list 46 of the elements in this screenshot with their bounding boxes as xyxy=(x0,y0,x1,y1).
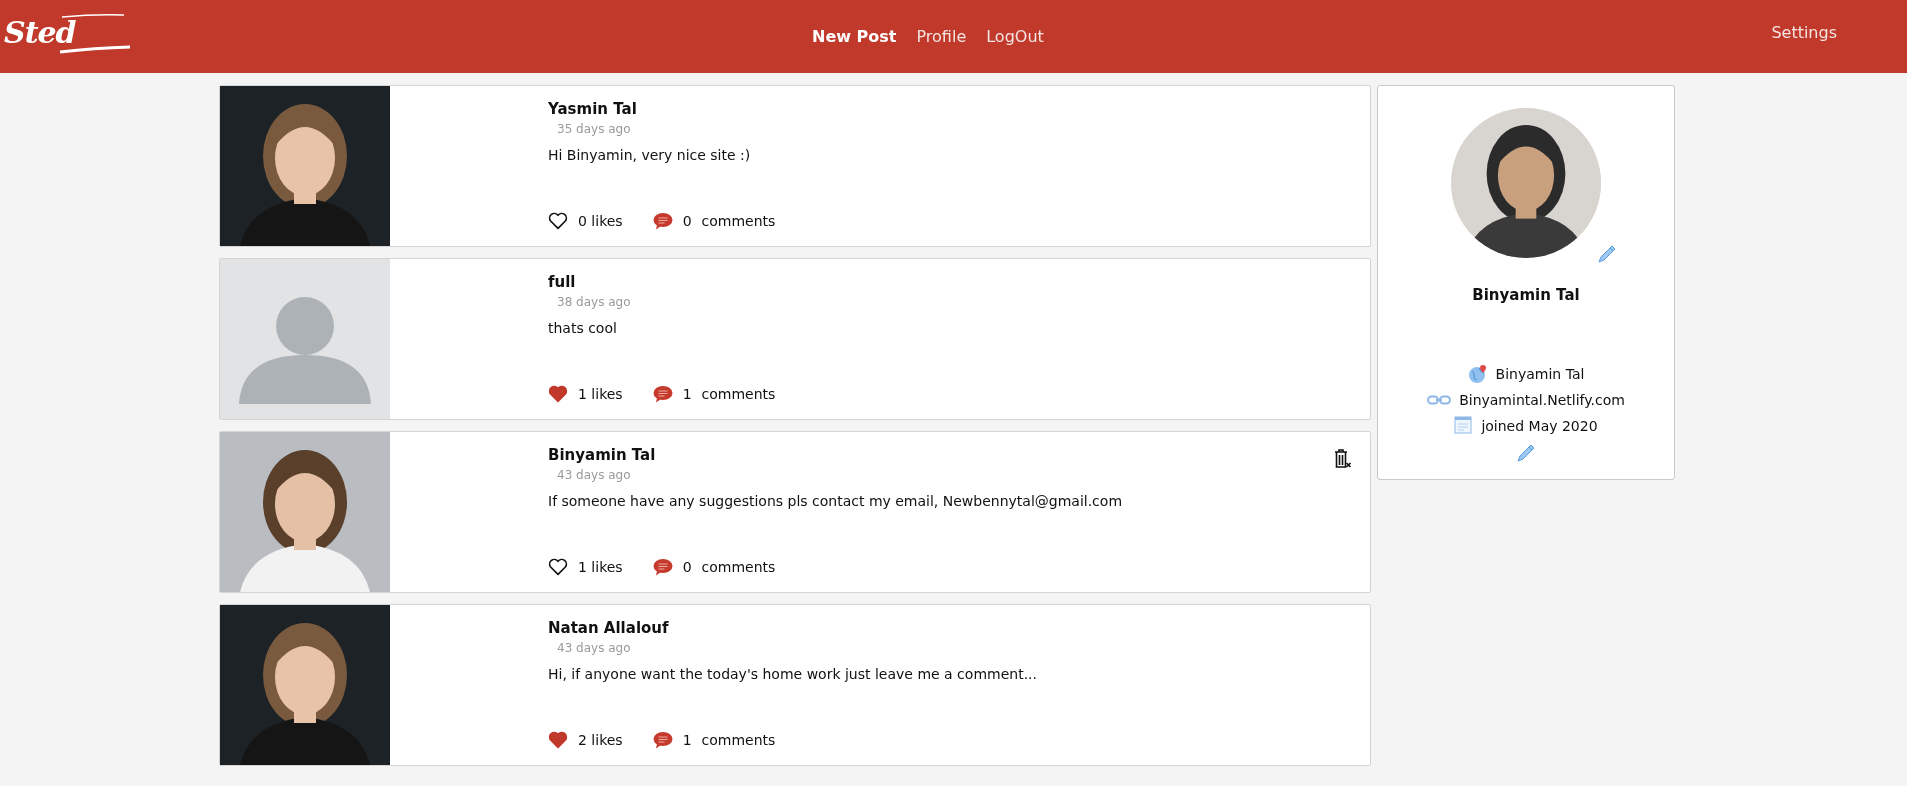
globe-icon xyxy=(1467,364,1488,384)
author-name[interactable]: full xyxy=(548,273,1370,291)
settings-link[interactable]: Settings xyxy=(1771,23,1837,42)
comment-count: 1 xyxy=(682,386,692,402)
nav-link[interactable]: New Post xyxy=(812,27,897,46)
like-count: 1 likes xyxy=(578,559,623,575)
profile-location: Binyamin Tal xyxy=(1495,366,1585,382)
post-text: Hi Binyamin, very nice site :) xyxy=(548,147,752,163)
nav-link[interactable]: Profile xyxy=(916,27,967,46)
post-text: If someone have any suggestions pls contact my email, Newbennytal@gmail.com xyxy=(548,493,1124,509)
comments-label: comments xyxy=(701,732,776,748)
comment-icon[interactable] xyxy=(652,212,673,230)
comment-icon[interactable] xyxy=(652,558,673,576)
profile-name: Binyamin Tal xyxy=(1472,286,1580,304)
logo[interactable]: Sted xyxy=(4,6,130,67)
comment-icon[interactable] xyxy=(652,731,673,749)
joined-date: joined May 2020 xyxy=(1481,417,1598,434)
comment-count: 0 xyxy=(682,213,692,229)
calendar-icon xyxy=(1454,416,1474,435)
comments-label: comments xyxy=(701,559,776,575)
trash-icon[interactable] xyxy=(1334,449,1352,469)
comments-label: comments xyxy=(701,213,776,229)
like-count: 0 likes xyxy=(578,213,623,229)
heart-icon[interactable] xyxy=(548,212,568,230)
website-link[interactable]: Binyamintal.Netlify.com xyxy=(1459,392,1625,408)
post-text: thats cool xyxy=(548,320,618,336)
comment-icon[interactable] xyxy=(652,385,673,403)
heart-icon[interactable] xyxy=(548,558,568,576)
author-name[interactable]: Natan Allalouf xyxy=(548,619,1370,637)
comments-label: comments xyxy=(701,386,776,402)
post-text: Hi, if anyone want the today's home work just leave me a comment... xyxy=(548,666,1038,682)
comment-count: 0 xyxy=(682,559,692,575)
post-time: 43 days ago xyxy=(557,641,632,655)
post-time: 43 days ago xyxy=(557,468,632,482)
author-name[interactable]: Binyamin Tal xyxy=(548,446,1370,464)
avatar-placeholder-icon xyxy=(220,259,390,419)
like-count: 2 likes xyxy=(578,732,623,748)
comment-count: 1 xyxy=(682,732,692,748)
like-count: 1 likes xyxy=(578,386,623,402)
nav-link[interactable]: LogOut xyxy=(986,27,1044,46)
author-name[interactable]: Yasmin Tal xyxy=(548,100,1370,118)
post-time: 38 days ago xyxy=(557,295,632,309)
pencil-icon[interactable] xyxy=(1516,443,1536,463)
post-time: 35 days ago xyxy=(557,122,632,136)
link-icon xyxy=(1427,394,1452,406)
pencil-icon[interactable] xyxy=(1597,244,1617,264)
